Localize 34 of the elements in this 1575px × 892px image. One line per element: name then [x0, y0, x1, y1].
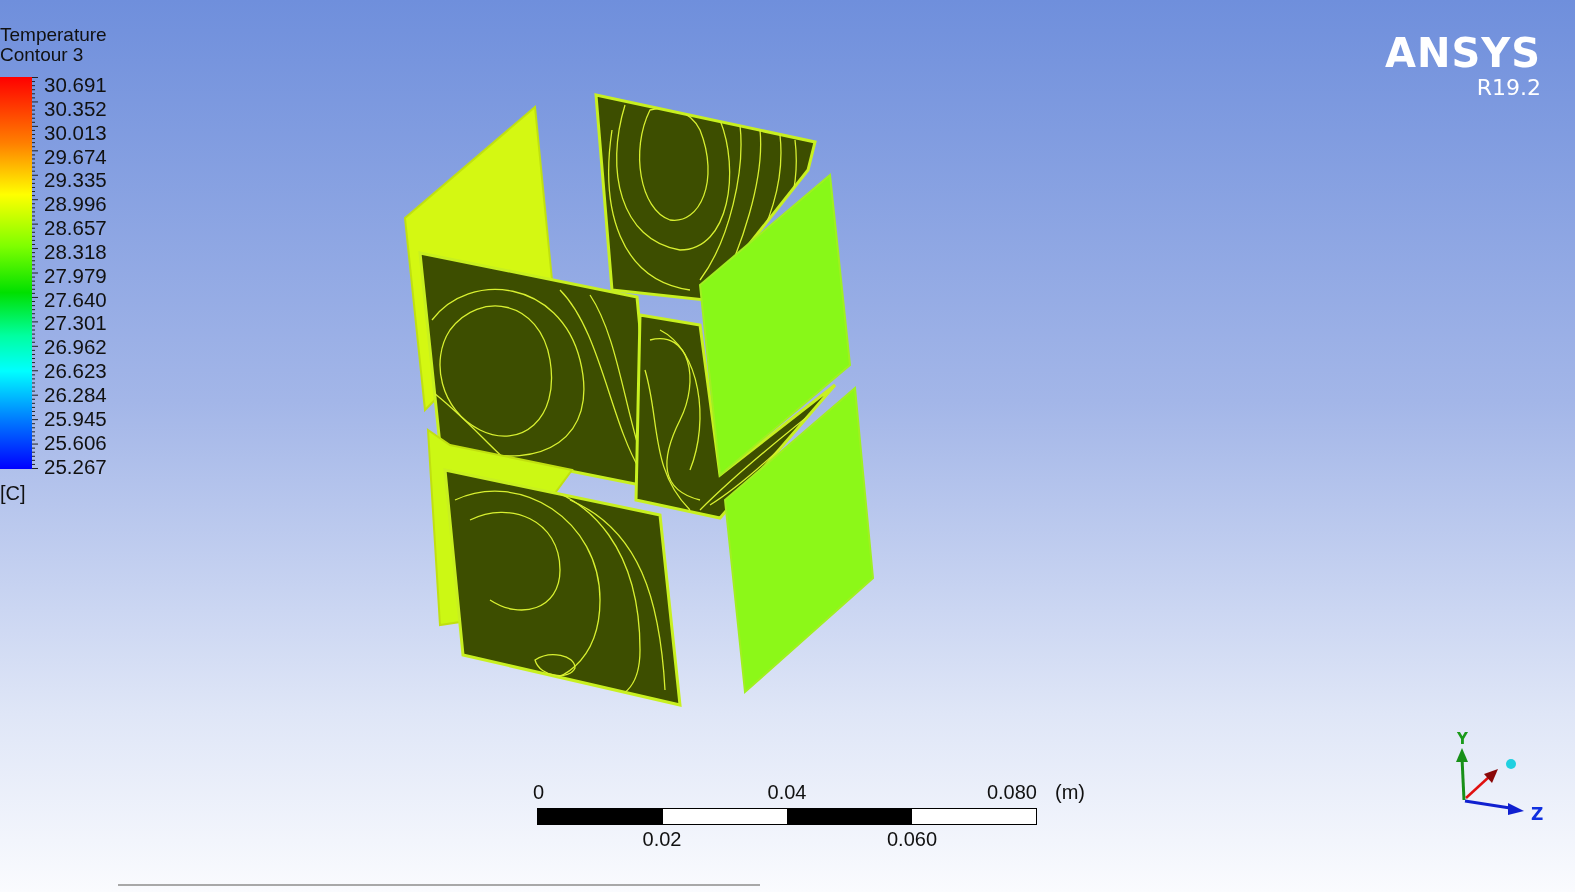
x-axis-arrow — [1465, 769, 1498, 799]
legend-value: 25.606 — [44, 430, 107, 455]
legend-value: 26.623 — [44, 359, 107, 383]
version-label: R19.2 — [1476, 76, 1541, 100]
scale-label: 0.02 — [642, 828, 682, 850]
legend-unit: [C] — [0, 482, 27, 506]
legend-value: 28.657 — [44, 216, 107, 240]
z-axis-label: Z — [1531, 804, 1544, 824]
legend-value: 30.352 — [44, 96, 107, 121]
legend-value: 27.979 — [44, 263, 107, 288]
scale-label: 0 — [533, 781, 545, 803]
scale-label: 0.080 — [986, 781, 1037, 803]
y-axis-label: Y — [1457, 730, 1468, 748]
legend-value: 25.945 — [44, 406, 107, 431]
logo-text: ANSYS — [1385, 30, 1541, 76]
legend-value: 26.284 — [44, 382, 107, 407]
legend-value: 26.962 — [44, 335, 107, 360]
legend-value: 28.996 — [44, 192, 107, 217]
legend-value: 25.267 — [44, 454, 107, 479]
legend-value: 29.335 — [44, 168, 107, 193]
scale-unit: (m) — [1055, 781, 1085, 803]
scale-label: 0.060 — [886, 828, 938, 850]
legend-title: Temperature — [0, 25, 107, 45]
legend-value: 29.674 — [44, 144, 107, 169]
legend-title: Contour 3 — [0, 45, 84, 65]
scale-label: 0.04 — [767, 781, 807, 803]
legend-value: 30.013 — [44, 120, 107, 145]
z-axis-arrow — [1464, 799, 1524, 815]
legend-value: 27.301 — [44, 311, 107, 336]
legend-value: 27.640 — [44, 287, 107, 312]
viewer-dot-icon — [1506, 759, 1516, 769]
legend-value: 28.318 — [44, 239, 107, 264]
legend-value: 30.691 — [44, 73, 107, 97]
y-axis-arrow — [1456, 748, 1468, 801]
